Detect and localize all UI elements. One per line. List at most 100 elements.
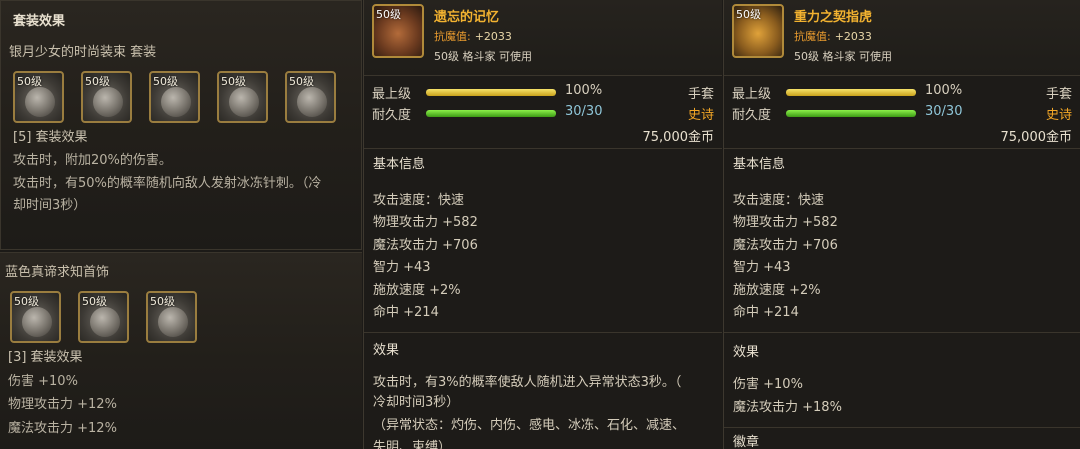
level-badge: 50级: [736, 8, 761, 21]
basic-info-section: 基本信息 攻击速度：快速 物理攻击力 +582 魔法攻击力 +706 智力 +4…: [364, 148, 722, 328]
resist-label: 抗魔值:: [794, 30, 831, 43]
effect-line: 攻击时，有3%的概率使敌人随机进入异常状态3秒。（: [373, 375, 682, 390]
item-tooltip: 50级 遗忘的记忆 抗魔值: +2033 50级 格斗家 可使用 最上级 100%…: [363, 0, 722, 449]
stat-line: 物理攻击力 +582: [733, 215, 838, 230]
item-header: 50级 重力之契指虎 抗魔值: +2033 50级 格斗家 可使用: [724, 0, 1080, 76]
basic-info-title: 基本信息: [373, 157, 426, 172]
set-item-slot[interactable]: 50级: [13, 71, 64, 123]
armor-icon: [229, 87, 259, 117]
rarity: 史诗: [687, 108, 714, 123]
max-level-label: 最上级: [732, 87, 772, 102]
stat-line: 魔法攻击力 +706: [373, 238, 478, 253]
durability-fill: [786, 110, 916, 117]
durability-value: 30/30: [925, 104, 963, 119]
stat-line: 智力 +43: [373, 260, 431, 275]
max-level-label: 最上级: [372, 87, 412, 102]
set-effect-line: 却时间3秒）: [13, 198, 87, 213]
stat-line: 施放速度 +2%: [733, 283, 821, 298]
durability-label: 耐久度: [732, 108, 772, 123]
accessory-set-panel: 蓝色真谛求知首饰 50级 50级 50级 [3] 套装效果 伤害 +10% 物理…: [0, 252, 362, 449]
set-item-slot[interactable]: 50级: [217, 71, 268, 123]
durability-bar: [426, 110, 556, 117]
set-name: 银月少女的时尚装束 套装: [9, 45, 157, 60]
slot-type: 手套: [687, 87, 714, 102]
level-badge: 50级: [376, 8, 401, 21]
magic-resist: 抗魔值: +2033: [434, 28, 512, 44]
set-name: 蓝色真谛求知首饰: [5, 265, 110, 280]
emblem-title: 徽章: [733, 435, 760, 449]
max-level-bar: [786, 89, 916, 96]
set-item-slot[interactable]: 50级: [285, 71, 336, 123]
effect-section: 效果 攻击时，有3%的概率使敌人随机进入异常状态3秒。（ 冷却时间3秒） （异常…: [364, 332, 722, 449]
durability-bar: [786, 110, 916, 117]
item-requirement: 50级 格斗家 可使用: [794, 50, 892, 63]
resist-value: +2033: [474, 30, 512, 43]
item-header: 50级 遗忘的记忆 抗魔值: +2033 50级 格斗家 可使用: [364, 0, 722, 76]
durability-label: 耐久度: [372, 108, 412, 123]
item-icon[interactable]: 50级: [732, 4, 784, 58]
set-item-row: 50级 50级 50级 50级 50级: [13, 71, 353, 123]
effect-line: （异常状态：灼伤、内伤、感电、冰冻、石化、减速、: [373, 418, 686, 433]
rarity: 史诗: [1045, 108, 1072, 123]
stat-line: 命中 +214: [733, 305, 799, 320]
armor-icon: [161, 87, 191, 117]
stat-line: 攻击速度：快速: [373, 193, 465, 208]
stat-line: 魔法攻击力 +706: [733, 238, 838, 253]
stat-line: 命中 +214: [373, 305, 439, 320]
set-effect-line: 物理攻击力 +12%: [8, 397, 117, 412]
max-level-value: 100%: [925, 83, 963, 98]
bracelet-icon: [90, 307, 120, 337]
effect-line: 魔法攻击力 +18%: [733, 400, 842, 415]
item-name: 重力之契指虎: [794, 10, 873, 25]
set-item-slot[interactable]: 50级: [146, 291, 197, 343]
set-effect-header: [5] 套装效果: [13, 130, 88, 145]
max-level-bar: [426, 89, 556, 96]
item-requirement: 50级 格斗家 可使用: [434, 50, 532, 63]
slot-type: 手套: [1045, 87, 1072, 102]
set-item-slot[interactable]: 50级: [10, 291, 61, 343]
set-effect-line: 魔法攻击力 +12%: [8, 421, 117, 436]
effect-title: 效果: [733, 345, 760, 360]
durability-value: 30/30: [565, 104, 603, 119]
necklace-icon: [158, 307, 188, 337]
effect-line: 伤害 +10%: [733, 377, 803, 392]
durability-fill: [426, 110, 556, 117]
item-icon[interactable]: 50级: [372, 4, 424, 58]
max-level-value: 100%: [565, 83, 603, 98]
armor-icon: [93, 87, 123, 117]
effect-line: 冷却时间3秒）: [373, 395, 460, 410]
ring-icon: [22, 307, 52, 337]
effect-title: 效果: [373, 343, 400, 358]
max-level-row: 最上级 100% 手套: [732, 83, 1080, 103]
set-effect-title: 套装效果: [13, 14, 66, 29]
set-item-row: 50级 50级 50级: [10, 291, 214, 343]
stat-line: 攻击速度：快速: [733, 193, 825, 208]
max-level-row: 最上级 100% 手套: [372, 83, 722, 103]
stat-line: 物理攻击力 +582: [373, 215, 478, 230]
max-level-fill: [426, 89, 556, 96]
armor-icon: [297, 87, 327, 117]
set-item-slot[interactable]: 50级: [78, 291, 129, 343]
armor-icon: [25, 87, 55, 117]
set-effect-line: 攻击时，有50%的概率随机向敌人发射冰冻针刺。（冷: [13, 176, 322, 191]
effect-section: 效果 伤害 +10% 魔法攻击力 +18%: [724, 332, 1080, 427]
basic-info-title: 基本信息: [733, 157, 786, 172]
magic-resist: 抗魔值: +2033: [794, 28, 872, 44]
set-effect-panel: 套装效果 银月少女的时尚装束 套装 50级 50级 50级 50级 50级 [5…: [0, 0, 362, 250]
durability-row: 耐久度 30/30 史诗: [372, 104, 722, 124]
stat-line: 智力 +43: [733, 260, 791, 275]
durability-row: 耐久度 30/30 史诗: [732, 104, 1080, 124]
resist-label: 抗魔值:: [434, 30, 471, 43]
price: 75,000金币: [642, 130, 715, 145]
set-item-slot[interactable]: 50级: [81, 71, 132, 123]
stat-line: 施放速度 +2%: [373, 283, 461, 298]
emblem-section: 徽章: [724, 427, 1080, 449]
item-tooltip: 50级 重力之契指虎 抗魔值: +2033 50级 格斗家 可使用 最上级 100…: [723, 0, 1080, 449]
effect-line: 失明、束缚）: [373, 440, 452, 449]
set-effect-header: [3] 套装效果: [8, 350, 83, 365]
basic-info-section: 基本信息 攻击速度：快速 物理攻击力 +582 魔法攻击力 +706 智力 +4…: [724, 148, 1080, 328]
resist-value: +2033: [834, 30, 872, 43]
set-effect-line: 伤害 +10%: [8, 374, 78, 389]
set-item-slot[interactable]: 50级: [149, 71, 200, 123]
price: 75,000金币: [1000, 130, 1073, 145]
